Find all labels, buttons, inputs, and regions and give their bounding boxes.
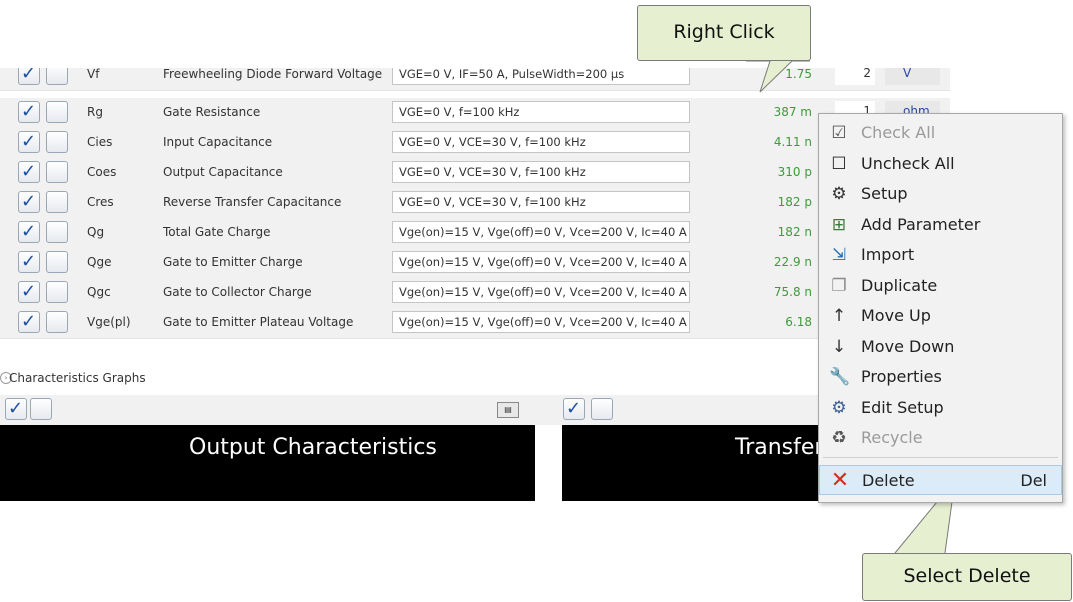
right-click-callout: Right Click <box>637 5 811 61</box>
right-click-pointer <box>746 60 810 93</box>
edit-setup-icon: ⚙ <box>831 397 847 418</box>
menu-item-label: Uncheck All <box>861 153 955 173</box>
menu-item-label: Move Down <box>861 336 955 356</box>
menu-item-label: Duplicate <box>861 275 938 295</box>
delete-x-icon: ✕ <box>830 468 850 493</box>
menu-item-duplicate[interactable]: ❐ Duplicate <box>819 271 1062 301</box>
menu-item-label: Recycle <box>861 428 923 447</box>
menu-item-edit-setup[interactable]: ⚙ Edit Setup <box>819 393 1062 423</box>
menu-item-setup[interactable]: ⚙ Setup <box>819 179 1062 209</box>
check-all-icon: ☑ <box>831 123 847 143</box>
right-click-callout-text: Right Click <box>673 21 775 43</box>
menu-item-uncheck-all[interactable]: ☐ Uncheck All <box>819 149 1062 179</box>
menu-item-import[interactable]: ⇲ Import <box>819 240 1062 270</box>
menu-item-label: Add Parameter <box>861 214 981 234</box>
menu-item-move-up[interactable]: ↑ Move Up <box>819 301 1062 331</box>
menu-item-label: Properties <box>861 367 942 386</box>
menu-item-delete[interactable]: ✕ Delete Del <box>819 465 1062 495</box>
menu-separator <box>823 457 1058 458</box>
duplicate-icon: ❐ <box>831 275 847 296</box>
select-delete-callout: Select Delete <box>862 553 1072 601</box>
menu-item-add-parameter[interactable]: ⊞ Add Parameter <box>819 210 1062 240</box>
menu-item-label: Move Up <box>861 306 931 325</box>
select-delete-callout-text: Select Delete <box>903 565 1031 587</box>
menu-item-label: Edit Setup <box>861 397 944 417</box>
menu-item-properties[interactable]: 🔧 Properties <box>819 362 1062 392</box>
menu-item-check-all[interactable]: ☑ Check All <box>819 118 1062 148</box>
gear-icon: ⚙ <box>831 184 847 204</box>
import-icon: ⇲ <box>831 245 847 265</box>
arrow-down-icon: ↓ <box>831 336 847 357</box>
menu-item-label: Check All <box>861 123 936 142</box>
recycle-icon: ♻ <box>831 428 847 448</box>
menu-item-move-down[interactable]: ↓ Move Down <box>819 332 1062 362</box>
menu-item-label: Setup <box>861 184 908 203</box>
add-parameter-icon: ⊞ <box>831 214 847 235</box>
menu-item-recycle[interactable]: ♻ Recycle <box>819 423 1062 453</box>
uncheck-all-icon: ☐ <box>831 153 847 174</box>
menu-item-delete-shortcut: Del <box>1020 471 1047 490</box>
menu-item-delete-label: Delete <box>862 471 915 490</box>
arrow-up-icon: ↑ <box>831 306 847 326</box>
context-menu: ☑ Check All ☐ Uncheck All ⚙ Setup ⊞ Add Paramet… <box>818 113 1063 503</box>
menu-item-label: Import <box>861 245 915 264</box>
wrench-icon: 🔧 <box>829 367 851 387</box>
